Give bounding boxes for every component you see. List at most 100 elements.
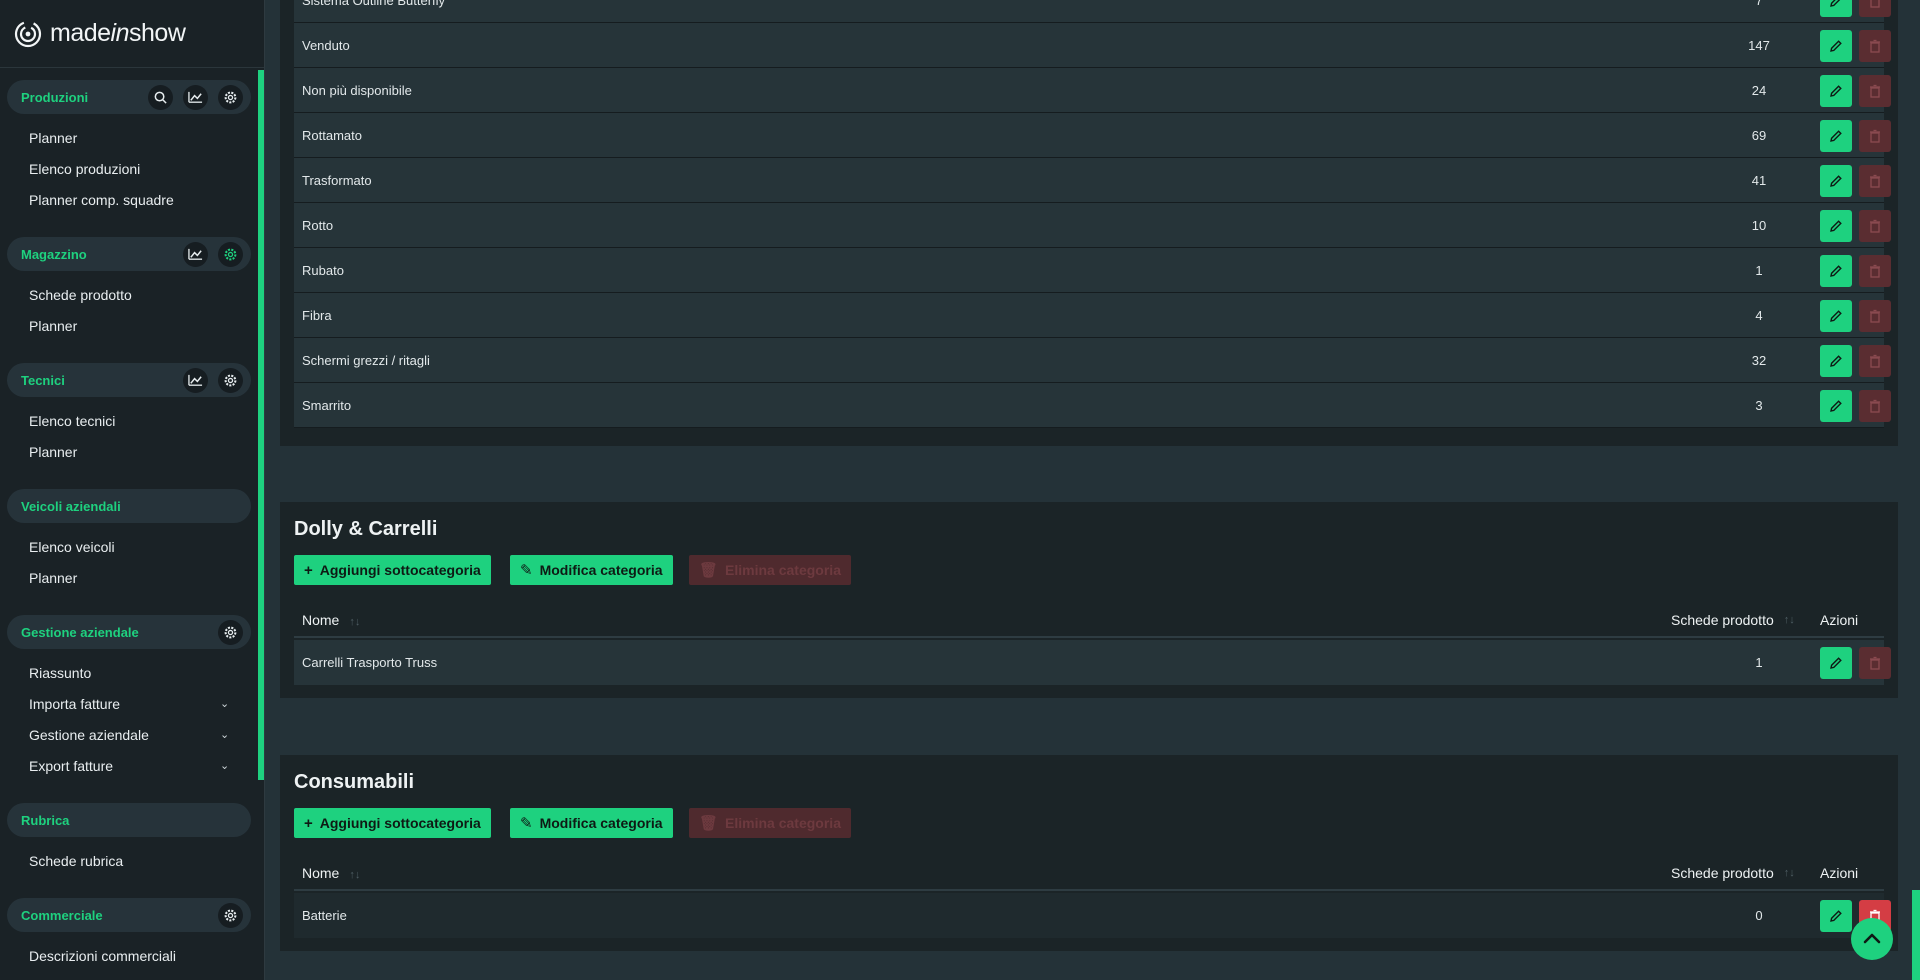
delete-button[interactable] — [1859, 210, 1891, 242]
row-count: 4 — [1755, 308, 1763, 323]
edit-button[interactable] — [1820, 345, 1852, 377]
nav-item-importa-fatture[interactable]: Importa fatture ⌄ — [0, 688, 258, 719]
delete-button[interactable] — [1859, 255, 1891, 287]
add-subcategory-button[interactable]: + Aggiungi sottocategoria — [294, 808, 491, 838]
chevron-down-icon[interactable]: ⌄ — [220, 728, 229, 741]
trash-icon — [1870, 84, 1880, 98]
nav-item-gestione-aziendale[interactable]: Gestione aziendale ⌄ — [0, 719, 258, 750]
trash-icon — [1870, 0, 1880, 8]
gear-icon[interactable] — [218, 620, 243, 645]
chart-icon[interactable] — [183, 242, 208, 267]
table-header: Nome ↑↓ Schede prodotto ↑↓ Azioni — [294, 604, 1884, 638]
nav-item-schede-rubrica[interactable]: Schede rubrica — [0, 845, 258, 876]
nav-item-planner[interactable]: Planner — [0, 310, 258, 341]
nav-item-descrizioni-commerciali[interactable]: Descrizioni commerciali — [0, 940, 258, 971]
trash-icon — [1870, 309, 1880, 323]
edit-button[interactable] — [1820, 390, 1852, 422]
category-title: Dolly & Carrelli — [294, 518, 438, 540]
delete-button[interactable] — [1859, 165, 1891, 197]
row-count: 41 — [1751, 173, 1767, 188]
delete-category-button[interactable]: 🗑 Elimina categoria — [689, 555, 851, 585]
row-name: Fibra — [302, 308, 332, 323]
edit-category-button[interactable]: ✎ Modifica categoria — [510, 808, 673, 838]
chevron-down-icon[interactable]: ⌄ — [220, 697, 229, 710]
edit-button[interactable] — [1820, 900, 1852, 932]
chart-icon[interactable] — [183, 368, 208, 393]
table-row: Rottamato 69 — [294, 113, 1891, 158]
edit-button[interactable] — [1820, 75, 1852, 107]
section-tecnici[interactable]: Tecnici — [7, 363, 251, 397]
section-produzioni[interactable]: Produzioni — [7, 80, 251, 114]
delete-button[interactable] — [1859, 300, 1891, 332]
section-rubrica[interactable]: Rubrica — [7, 803, 251, 837]
edit-button[interactable] — [1820, 165, 1852, 197]
row-count: 147 — [1748, 38, 1770, 53]
section-gestione-aziendale[interactable]: Gestione aziendale — [7, 615, 251, 649]
column-header-schede-prodotto[interactable]: Schede prodotto ↑↓ — [1671, 865, 1795, 881]
brand[interactable]: madeinshow — [0, 0, 264, 68]
nav-item-schede-prodotto[interactable]: Schede prodotto — [0, 279, 258, 310]
row-divider — [294, 427, 1884, 428]
gear-icon[interactable] — [218, 242, 243, 267]
column-header-schede-prodotto[interactable]: Schede prodotto ↑↓ — [1671, 612, 1795, 628]
row-count: 0 — [1755, 908, 1763, 923]
edit-category-button[interactable]: ✎ Modifica categoria — [510, 555, 673, 585]
add-subcategory-button[interactable]: + Aggiungi sottocategoria — [294, 555, 491, 585]
edit-button[interactable] — [1820, 647, 1852, 679]
edit-button[interactable] — [1820, 0, 1852, 17]
nav-item-planner[interactable]: Planner — [0, 436, 258, 467]
edit-button[interactable] — [1820, 300, 1852, 332]
delete-button[interactable] — [1859, 390, 1891, 422]
nav-item-export-fatture[interactable]: Export fatture ⌄ — [0, 750, 258, 781]
sort-icon[interactable]: ↑↓ — [1784, 614, 1795, 626]
sidebar-scrollbar[interactable] — [258, 70, 264, 780]
trash-icon — [1870, 129, 1880, 143]
section-veicoli-aziendali[interactable]: Veicoli aziendali — [7, 489, 251, 523]
nav-item-elenco-tecnici[interactable]: Elenco tecnici — [0, 405, 258, 436]
nav-item-planner-comp-squadre[interactable]: Planner comp. squadre — [0, 184, 258, 215]
column-header-name[interactable]: Nome ↑↓ — [302, 612, 360, 628]
row-name: Rottamato — [302, 128, 362, 143]
edit-button[interactable] — [1820, 255, 1852, 287]
nav-item-planner[interactable]: Planner — [0, 562, 258, 593]
scroll-to-top-button[interactable] — [1851, 918, 1893, 960]
edit-button[interactable] — [1820, 30, 1852, 62]
row-count: 10 — [1751, 218, 1767, 233]
delete-button[interactable] — [1859, 30, 1891, 62]
gear-icon[interactable] — [218, 85, 243, 110]
row-name: Trasformato — [302, 173, 372, 188]
column-header-name[interactable]: Nome ↑↓ — [302, 865, 360, 881]
delete-category-button[interactable]: 🗑 Elimina categoria — [689, 808, 851, 838]
nav-item-elenco-produzioni[interactable]: Elenco produzioni — [0, 153, 258, 184]
edit-button[interactable] — [1820, 210, 1852, 242]
search-icon[interactable] — [148, 85, 173, 110]
nav-item-planner[interactable]: Planner — [0, 122, 258, 153]
table-row: Venduto 147 — [294, 23, 1891, 68]
row-name: Rotto — [302, 218, 334, 233]
gear-icon[interactable] — [218, 903, 243, 928]
sort-icon[interactable]: ↑↓ — [1784, 867, 1795, 879]
delete-button[interactable] — [1859, 345, 1891, 377]
edit-button[interactable] — [1820, 120, 1852, 152]
delete-button[interactable] — [1859, 647, 1891, 679]
section-commerciale[interactable]: Commerciale — [7, 898, 251, 932]
gear-icon[interactable] — [218, 368, 243, 393]
sort-icon[interactable]: ↑↓ — [349, 616, 360, 628]
trash-icon — [1870, 39, 1880, 53]
section-magazzino[interactable]: Magazzino — [7, 237, 251, 271]
nav-item-elenco-veicoli[interactable]: Elenco veicoli — [0, 531, 258, 562]
table-row: Non più disponibile 24 — [294, 68, 1891, 113]
chevron-down-icon[interactable]: ⌄ — [220, 759, 229, 772]
page-scrollbar[interactable] — [1912, 890, 1920, 980]
delete-button[interactable] — [1859, 75, 1891, 107]
sort-icon[interactable]: ↑↓ — [349, 869, 360, 881]
pencil-icon — [1830, 355, 1842, 367]
chart-icon[interactable] — [183, 85, 208, 110]
table-row: Rubato 1 — [294, 248, 1891, 293]
delete-button[interactable] — [1859, 0, 1891, 17]
column-header-azioni: Azioni — [1820, 865, 1859, 881]
delete-button[interactable] — [1859, 120, 1891, 152]
row-name: Smarrito — [302, 398, 352, 413]
nav-item-riassunto[interactable]: Riassunto — [0, 657, 258, 688]
trash-icon — [1870, 219, 1880, 233]
